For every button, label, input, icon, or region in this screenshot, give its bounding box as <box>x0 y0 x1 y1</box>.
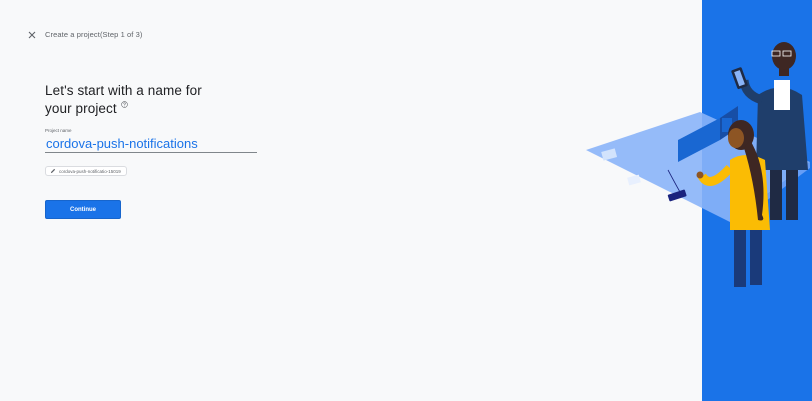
project-name-input[interactable] <box>45 134 257 153</box>
help-icon[interactable] <box>120 101 128 108</box>
pencil-icon <box>50 168 56 174</box>
project-id-text: cordova-push-notificatio-15019 <box>59 168 121 174</box>
project-id-chip[interactable]: cordova-push-notificatio-15019 <box>45 166 127 176</box>
page-heading: Let's start with a name for your project <box>45 82 245 118</box>
heading-line-1: Let's start with a name for <box>45 83 202 98</box>
continue-button[interactable]: Continue <box>45 200 121 219</box>
create-project-page: Create a project(Step 1 of 3) Let's star… <box>0 0 812 401</box>
page-header-title: Create a project(Step 1 of 3) <box>45 30 143 39</box>
close-icon[interactable] <box>26 29 38 41</box>
heading-line-2: your project <box>45 101 117 116</box>
project-name-label: Project name <box>45 128 72 133</box>
project-illustration <box>586 0 812 401</box>
